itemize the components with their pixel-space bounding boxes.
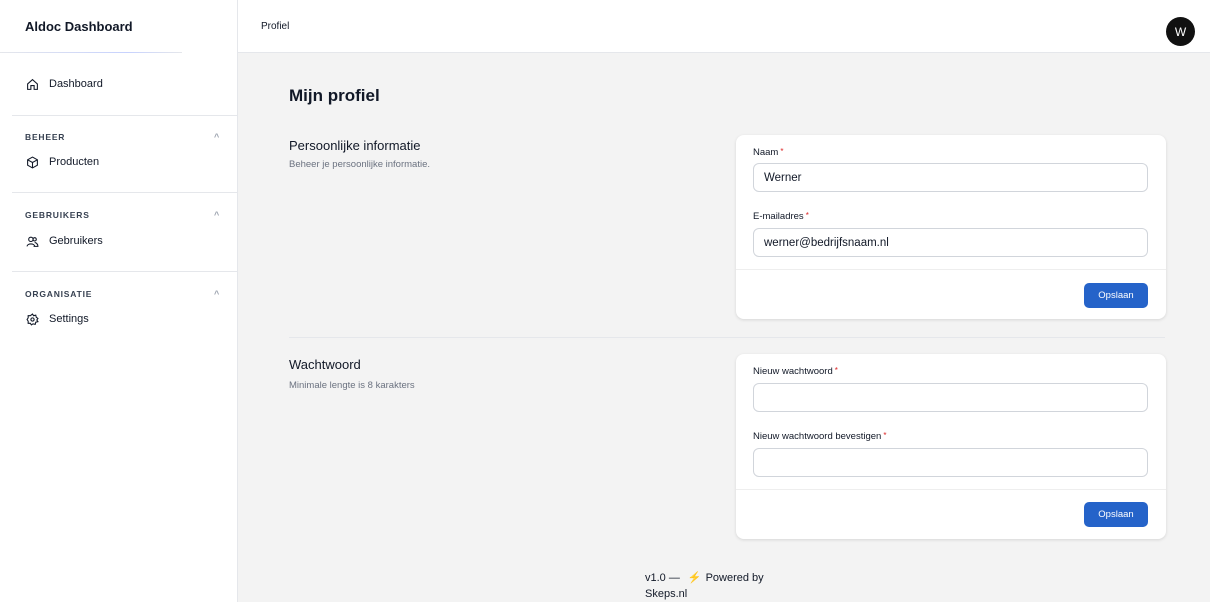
gear-icon xyxy=(25,312,39,326)
section-description-personal: Beheer je persoonlijke informatie. xyxy=(289,159,430,170)
name-label-text: Naam xyxy=(753,147,779,158)
sidebar-item-gebruikers[interactable]: Gebruikers xyxy=(0,231,238,251)
sidebar-item-producten[interactable]: Producten xyxy=(0,152,238,172)
group-title: ORGANISATIE xyxy=(25,289,93,299)
brand-divider xyxy=(0,52,182,53)
personal-info-card: Naam* E-mailadres* Opslaan xyxy=(736,135,1166,319)
save-password-button[interactable]: Opslaan xyxy=(1084,502,1148,527)
new-password-label: Nieuw wachtwoord * xyxy=(753,366,838,377)
chevron-up-icon: ^ xyxy=(213,289,220,299)
confirm-password-label: Nieuw wachtwoord bevestigen * xyxy=(753,431,886,442)
confirm-password-label-text: Nieuw wachtwoord bevestigen xyxy=(753,431,882,442)
email-label-text: E-mailadres xyxy=(753,211,804,222)
brand-title: Aldoc Dashboard xyxy=(25,19,133,34)
card-divider xyxy=(736,489,1166,490)
footer: v1.0 — ⚡ Powered by Skeps.nl xyxy=(645,570,795,602)
breadcrumb: Profiel xyxy=(261,21,290,32)
name-field[interactable] xyxy=(753,163,1148,192)
required-mark: * xyxy=(780,147,784,156)
sidebar-item-dashboard[interactable]: Dashboard xyxy=(0,74,238,94)
group-header-beheer[interactable]: BEHEER ^ xyxy=(0,129,238,145)
name-label: Naam * xyxy=(753,147,783,158)
top-bar: Profiel W xyxy=(238,0,1210,53)
cube-icon xyxy=(25,155,39,169)
email-label: E-mailadres * xyxy=(753,211,809,222)
sidebar-item-label: Dashboard xyxy=(49,78,103,90)
sidebar-divider xyxy=(12,192,238,193)
group-header-organisatie[interactable]: ORGANISATIE ^ xyxy=(0,286,238,302)
section-divider xyxy=(289,337,1165,338)
password-card: Nieuw wachtwoord * Nieuw wachtwoord beves… xyxy=(736,354,1166,539)
required-mark: * xyxy=(805,211,809,220)
page-title: Mijn profiel xyxy=(289,86,380,105)
section-title-personal: Persoonlijke informatie xyxy=(289,138,421,153)
sidebar-item-label: Producten xyxy=(49,156,100,168)
powered-by-text: Powered by xyxy=(705,572,764,584)
chevron-up-icon: ^ xyxy=(213,132,220,142)
group-header-gebruikers[interactable]: GEBRUIKERS ^ xyxy=(0,207,238,223)
sidebar: Aldoc Dashboard Dashboard BEHEER ^ Produ… xyxy=(0,0,238,602)
sidebar-item-label: Settings xyxy=(49,313,89,325)
sidebar-divider xyxy=(12,115,238,116)
new-password-field[interactable] xyxy=(753,383,1148,412)
group-title: BEHEER xyxy=(25,132,66,142)
required-mark: * xyxy=(834,366,838,375)
section-title-password: Wachtwoord xyxy=(289,357,361,372)
sidebar-item-label: Gebruikers xyxy=(49,235,103,247)
card-divider xyxy=(736,269,1166,270)
avatar[interactable]: W xyxy=(1166,17,1195,46)
confirm-password-field[interactable] xyxy=(753,448,1148,477)
new-password-label-text: Nieuw wachtwoord xyxy=(753,366,833,377)
sidebar-item-settings[interactable]: Settings xyxy=(0,309,238,329)
users-icon xyxy=(25,234,39,248)
required-mark: * xyxy=(883,431,887,440)
company-link[interactable]: Skeps.nl xyxy=(645,588,687,600)
save-button[interactable]: Opslaan xyxy=(1084,283,1148,308)
group-title: GEBRUIKERS xyxy=(25,210,90,220)
email-field[interactable] xyxy=(753,228,1148,257)
section-description-password: Minimale lengte is 8 karakters xyxy=(289,380,415,391)
sidebar-divider xyxy=(12,271,238,272)
chevron-up-icon: ^ xyxy=(213,210,220,220)
lightning-icon: ⚡ xyxy=(687,572,702,584)
home-icon xyxy=(25,77,39,91)
version-text: v1.0 — xyxy=(645,572,680,584)
